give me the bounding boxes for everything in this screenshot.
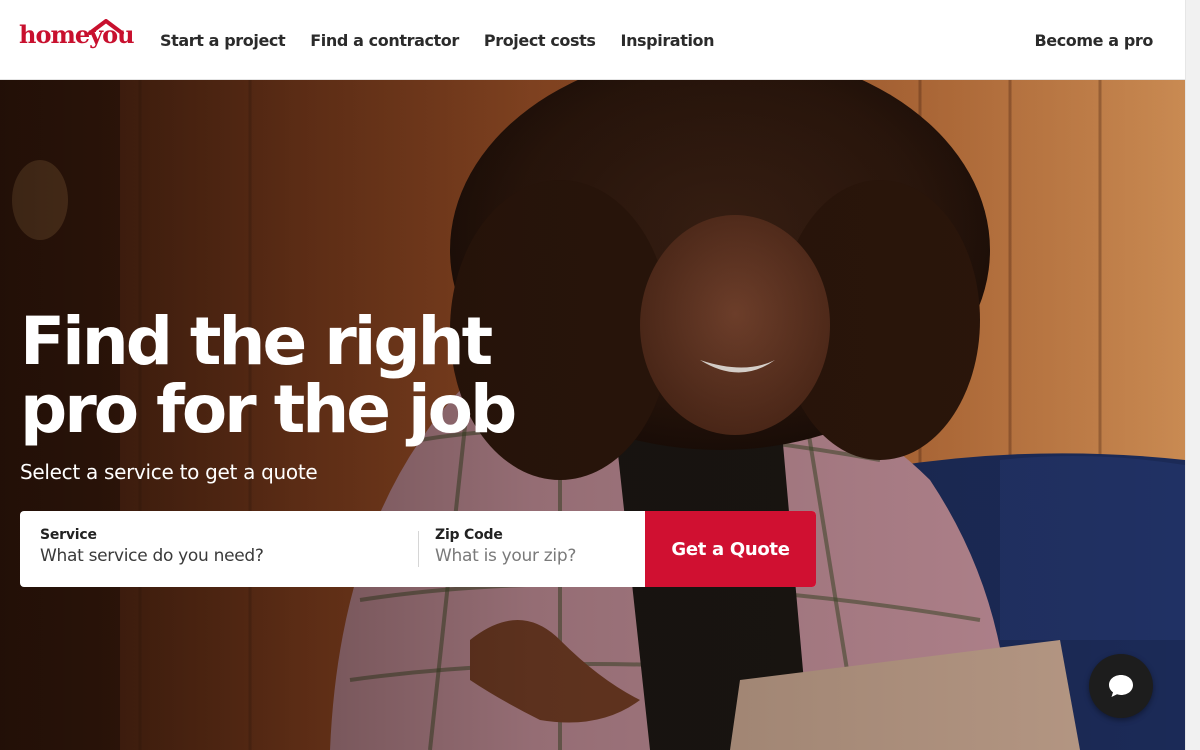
logo-wordmark: homeyou [19,20,135,49]
become-a-pro-link[interactable]: Become a pro [1034,0,1153,80]
homeyou-logo[interactable]: homeyou [19,16,135,56]
nav-inspiration[interactable]: Inspiration [621,31,715,50]
hero-subtitle: Select a service to get a quote [20,460,318,484]
zip-input[interactable] [435,546,625,566]
service-field[interactable]: Service [20,511,418,587]
hero-section: Find the right pro for the job Select a … [0,80,1185,750]
nav-start-a-project[interactable]: Start a project [160,31,286,50]
quote-search-form: Service Zip Code Get a Quote [20,511,816,587]
nav-project-costs[interactable]: Project costs [484,31,596,50]
zip-field[interactable]: Zip Code [418,511,645,587]
chat-button[interactable] [1089,654,1153,718]
service-label: Service [40,527,97,543]
get-a-quote-button[interactable]: Get a Quote [645,511,816,587]
service-input[interactable] [40,546,398,566]
hero-title-line-1: Find the right [20,303,493,380]
page-scrollbar[interactable] [1185,0,1200,750]
zip-label: Zip Code [435,527,503,543]
hero-title: Find the right pro for the job [20,308,580,444]
main-nav: Start a project Find a contractor Projec… [160,0,739,80]
hero-title-line-2: pro for the job [20,371,517,448]
nav-find-a-contractor[interactable]: Find a contractor [310,31,459,50]
chat-bubble-icon [1109,675,1133,697]
site-header: homeyou Start a project Find a contracto… [0,0,1185,80]
